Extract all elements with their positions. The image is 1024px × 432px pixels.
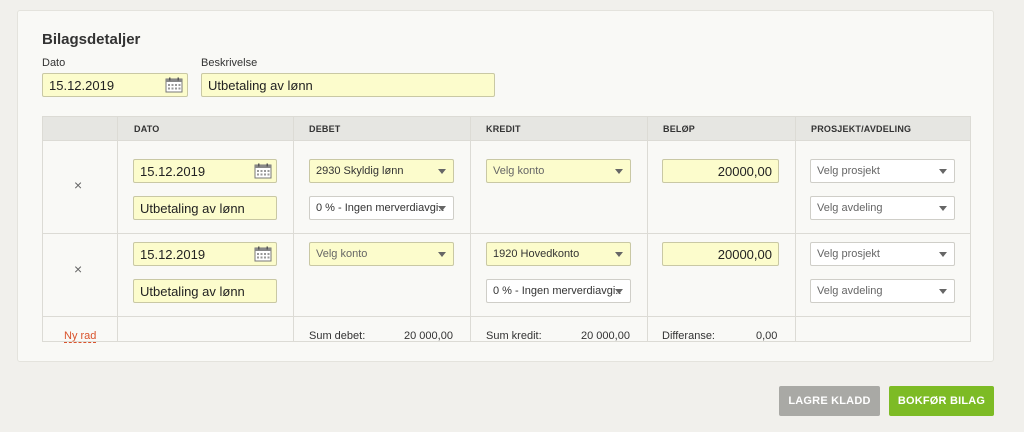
amount-value: 20000,00	[717, 246, 772, 262]
column-header-amount: BELØP	[663, 124, 696, 134]
chevron-down-icon	[615, 289, 623, 294]
description-field[interactable]: Utbetaling av lønn	[201, 73, 495, 97]
sum-debet-value: 20 000,00	[404, 330, 453, 342]
chevron-down-icon	[939, 206, 947, 211]
kredit-account-value: 1920 Hovedkonto	[493, 248, 580, 260]
row-date-value: 15.12.2019	[140, 246, 206, 262]
kredit-account-select[interactable]: 1920 Hovedkonto	[486, 242, 631, 266]
column-divider	[647, 117, 648, 341]
row-description-value: Utbetaling av lønn	[140, 200, 245, 216]
department-value: Velg avdeling	[817, 202, 883, 214]
debet-account-select[interactable]: Velg konto	[309, 242, 454, 266]
voucher-details-card: Bilagsdetaljer Dato 15.12.2019 Beskrivel…	[17, 10, 994, 362]
debet-account-select[interactable]: 2930 Skyldig lønn	[309, 159, 454, 183]
debet-vat-select[interactable]: 0 % - Ingen merverdiavgi..	[309, 196, 454, 220]
new-row-link[interactable]: Ny rad	[64, 330, 97, 343]
kredit-account-select[interactable]: Velg konto	[486, 159, 631, 183]
chevron-down-icon	[939, 169, 947, 174]
post-voucher-button[interactable]: BOKFØR BILAG	[889, 386, 994, 416]
amount-field[interactable]: 20000,00	[662, 242, 779, 266]
chevron-down-icon	[438, 169, 446, 174]
column-divider	[795, 117, 796, 341]
chevron-down-icon	[438, 252, 446, 257]
date-label: Dato	[42, 57, 66, 69]
department-value: Velg avdeling	[817, 285, 883, 297]
column-header-date: DATO	[134, 124, 160, 134]
project-select[interactable]: Velg prosjekt	[810, 159, 955, 183]
debet-account-value: 2930 Skyldig lønn	[316, 165, 404, 177]
chevron-down-icon	[939, 252, 947, 257]
row-description-field[interactable]: Utbetaling av lønn	[133, 279, 277, 303]
kredit-vat-select[interactable]: 0 % - Ingen merverdiavgi..	[486, 279, 631, 303]
chevron-down-icon	[438, 206, 446, 211]
kredit-vat-value: 0 % - Ingen merverdiavgi..	[493, 285, 622, 297]
save-draft-button[interactable]: LAGRE KLADD	[779, 386, 880, 416]
remove-row-button[interactable]: ×	[74, 177, 82, 193]
sum-kredit-value: 20 000,00	[581, 330, 630, 342]
sum-debet-label: Sum debet:	[309, 330, 366, 342]
department-select[interactable]: Velg avdeling	[810, 279, 955, 303]
remove-row-button[interactable]: ×	[74, 261, 82, 277]
calendar-icon[interactable]	[254, 163, 272, 179]
description-label: Beskrivelse	[201, 57, 258, 69]
difference-value: 0,00	[756, 330, 778, 342]
sum-kredit-label: Sum kredit:	[486, 330, 542, 342]
column-header-debet: DEBET	[309, 124, 341, 134]
debet-vat-value: 0 % - Ingen merverdiavgi..	[316, 202, 445, 214]
difference-label: Differanse:	[662, 330, 715, 342]
row-date-value: 15.12.2019	[140, 163, 206, 179]
kredit-account-value: Velg konto	[493, 165, 545, 177]
column-header-project: PROSJEKT/AVDELING	[811, 124, 912, 134]
amount-value: 20000,00	[717, 163, 772, 179]
chevron-down-icon	[615, 169, 623, 174]
project-value: Velg prosjekt	[817, 248, 880, 260]
description-value: Utbetaling av lønn	[208, 77, 313, 93]
chevron-down-icon	[615, 252, 623, 257]
calendar-icon[interactable]	[254, 246, 272, 262]
column-divider	[470, 117, 471, 341]
voucher-lines-table: DATO DEBET KREDIT BELØP PROSJEKT/AVDELIN…	[42, 116, 971, 343]
department-select[interactable]: Velg avdeling	[810, 196, 955, 220]
project-select[interactable]: Velg prosjekt	[810, 242, 955, 266]
date-field[interactable]: 15.12.2019	[42, 73, 188, 97]
debet-account-value: Velg konto	[316, 248, 368, 260]
amount-field[interactable]: 20000,00	[662, 159, 779, 183]
row-description-value: Utbetaling av lønn	[140, 283, 245, 299]
section-title: Bilagsdetaljer	[42, 31, 141, 48]
calendar-icon[interactable]	[165, 77, 183, 93]
chevron-down-icon	[939, 289, 947, 294]
column-divider	[293, 117, 294, 341]
row-date-field[interactable]: 15.12.2019	[133, 242, 277, 266]
project-value: Velg prosjekt	[817, 165, 880, 177]
column-divider	[117, 117, 118, 341]
row-date-field[interactable]: 15.12.2019	[133, 159, 277, 183]
column-header-kredit: KREDIT	[486, 124, 521, 134]
row-divider	[43, 233, 970, 234]
row-description-field[interactable]: Utbetaling av lønn	[133, 196, 277, 220]
row-divider	[43, 316, 970, 317]
table-header: DATO DEBET KREDIT BELØP PROSJEKT/AVDELIN…	[43, 117, 970, 141]
date-value: 15.12.2019	[49, 77, 115, 93]
